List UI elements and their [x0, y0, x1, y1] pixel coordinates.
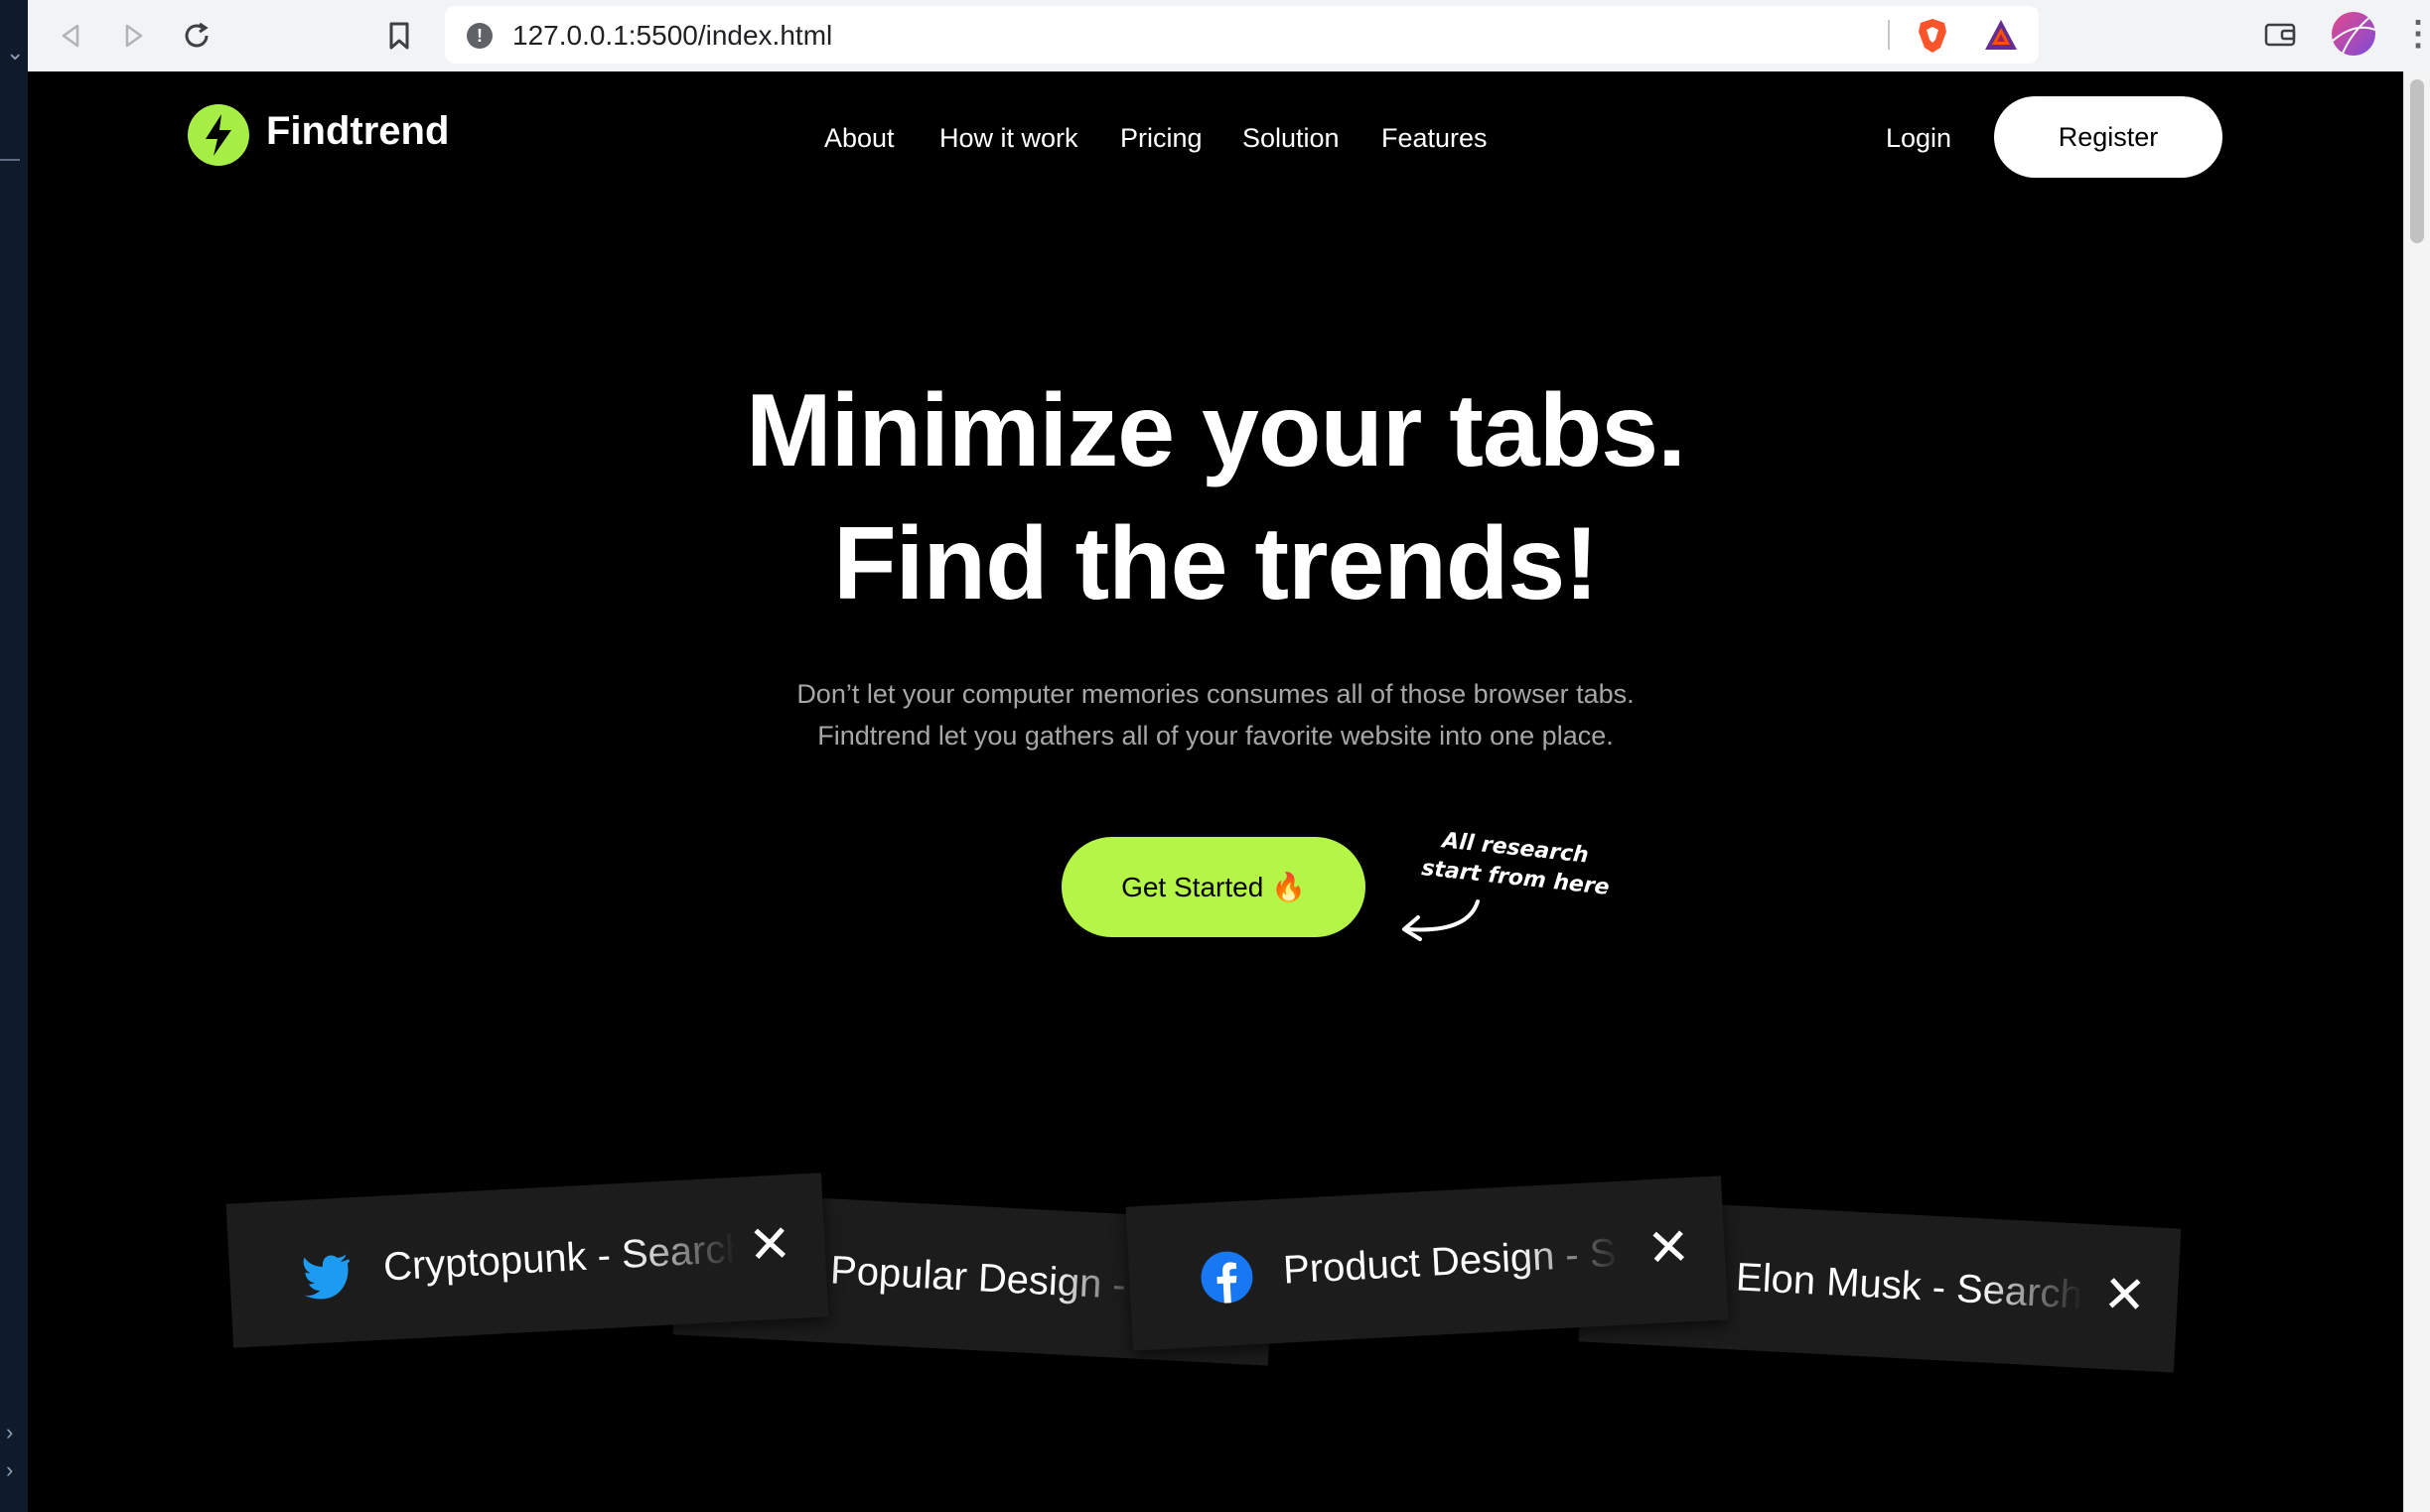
nav-pricing[interactable]: Pricing: [1120, 123, 1203, 154]
url-text[interactable]: 127.0.0.1:5500/index.html: [512, 20, 832, 52]
nav-about[interactable]: About: [824, 123, 895, 154]
twitter-icon: [303, 1254, 350, 1300]
desktop-edge: ⌄ › ›: [0, 0, 28, 1512]
page-viewport: Findtrend About How it work Pricing Solu…: [28, 71, 2403, 1512]
close-icon[interactable]: ✕: [747, 1214, 793, 1276]
chevron-right-icon: ›: [6, 1457, 14, 1482]
nav-solution[interactable]: Solution: [1242, 123, 1340, 154]
tab-label: Popular Design - Search: [829, 1248, 1149, 1309]
hero-subtitle-line1: Don’t let your computer memories consume…: [796, 679, 1635, 709]
nav-how-it-work[interactable]: How it work: [939, 123, 1078, 154]
tab-label: Product Design - Search: [1282, 1230, 1622, 1293]
divider: [1888, 20, 1890, 50]
logo-bolt-icon[interactable]: [188, 104, 249, 166]
browser-toolbar: ! 127.0.0.1:5500/index.html ⋮: [28, 0, 2430, 72]
menu-icon[interactable]: ⋮: [2401, 14, 2430, 54]
register-button[interactable]: Register: [1994, 96, 2222, 178]
back-icon[interactable]: [52, 16, 91, 56]
close-icon[interactable]: ✕: [1645, 1217, 1692, 1279]
desktop-marker: [0, 159, 20, 161]
scrollbar-thumb[interactable]: [2410, 79, 2424, 243]
hero-title-line1: Minimize your tabs.: [745, 373, 1686, 488]
profile-avatar-icon[interactable]: [2332, 12, 2375, 56]
facebook-icon: [1201, 1251, 1253, 1304]
forward-icon[interactable]: [113, 16, 153, 56]
tab-label: Elon Musk - Search: [1735, 1255, 2083, 1317]
page-scrollbar[interactable]: [2403, 71, 2430, 1512]
login-link[interactable]: Login: [1886, 123, 1951, 154]
brave-shield-icon[interactable]: [1917, 18, 1948, 54]
nav-features[interactable]: Features: [1381, 123, 1488, 154]
address-bar[interactable]: ! 127.0.0.1:5500/index.html: [445, 6, 2039, 64]
get-started-button[interactable]: Get Started 🔥: [1062, 837, 1365, 937]
hero-title-line2: Find the trends!: [833, 506, 1599, 621]
bookmark-icon[interactable]: [379, 16, 419, 56]
close-icon[interactable]: ✕: [2101, 1265, 2148, 1326]
chevron-down-icon: ⌄: [6, 40, 25, 65]
info-icon[interactable]: !: [467, 23, 493, 49]
curved-arrow-icon: [1402, 899, 1480, 941]
brand-name[interactable]: Findtrend: [266, 109, 449, 154]
reload-icon[interactable]: [177, 16, 216, 56]
chevron-right-icon: ›: [6, 1420, 14, 1444]
hero-subtitle-line2: Findtrend let you gathers all of your fa…: [817, 721, 1614, 751]
wallet-icon[interactable]: [2264, 20, 2296, 48]
tab-label: Cryptopunk - Search: [382, 1227, 737, 1290]
bat-rewards-icon[interactable]: [1983, 18, 2019, 52]
